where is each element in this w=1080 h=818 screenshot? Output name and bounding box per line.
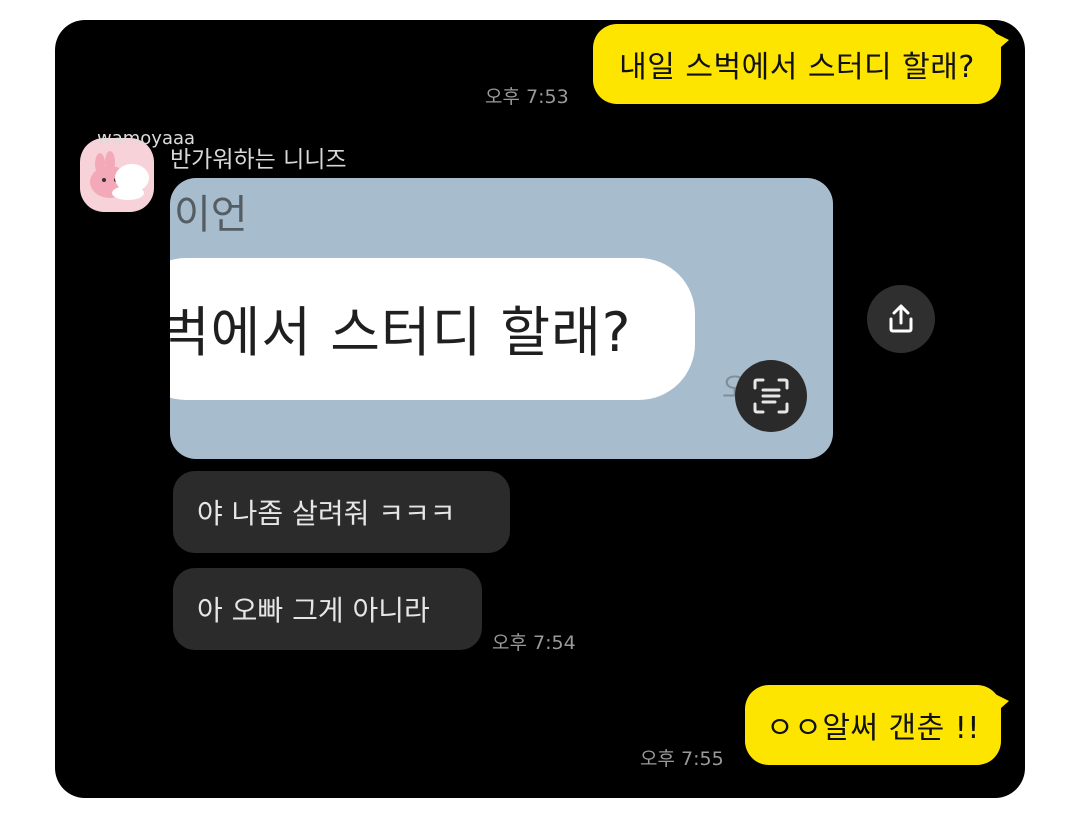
chat-window: 내일 스벅에서 스터디 할래? 오후 7:53 wamoyaaa 반가워하는 니… <box>55 20 1025 798</box>
received-message-bubble[interactable]: 아 오빠 그게 아니라 <box>173 568 482 650</box>
my-message-bubble[interactable]: ㅇㅇ알써 갠춘 !! <box>745 685 1009 765</box>
bunny-sticker-icon <box>90 151 149 200</box>
message-time: 오후 7:54 <box>492 632 576 654</box>
photo-message[interactable]: 이언 벅에서 스터디 할래? 오 7: <box>170 178 833 459</box>
share-icon <box>889 304 913 333</box>
my-message-bubble[interactable]: 내일 스벅에서 스터디 할래? <box>593 24 1009 104</box>
message-text: 야 나좀 살려줘 ㅋㅋㅋ <box>197 497 456 530</box>
text-scan-icon <box>753 378 789 414</box>
message-time: 오후 7:55 <box>640 748 724 770</box>
text-scan-button[interactable] <box>735 360 807 432</box>
share-button[interactable] <box>867 285 935 353</box>
avatar[interactable] <box>80 138 154 212</box>
sender-name: 반가워하는 니니즈 <box>170 147 347 173</box>
photo-message-text: 벅에서 스터디 할래? <box>170 301 632 364</box>
photo-partial-name: 이언 <box>174 192 248 238</box>
message-time: 오후 7:53 <box>485 86 569 108</box>
message-text: ㅇㅇ알써 갠춘 !! <box>766 711 980 746</box>
message-text: 내일 스벅에서 스터디 할래? <box>619 50 975 85</box>
message-text: 아 오빠 그게 아니라 <box>197 594 430 627</box>
received-message-bubble[interactable]: 야 나좀 살려줘 ㅋㅋㅋ <box>173 471 510 553</box>
